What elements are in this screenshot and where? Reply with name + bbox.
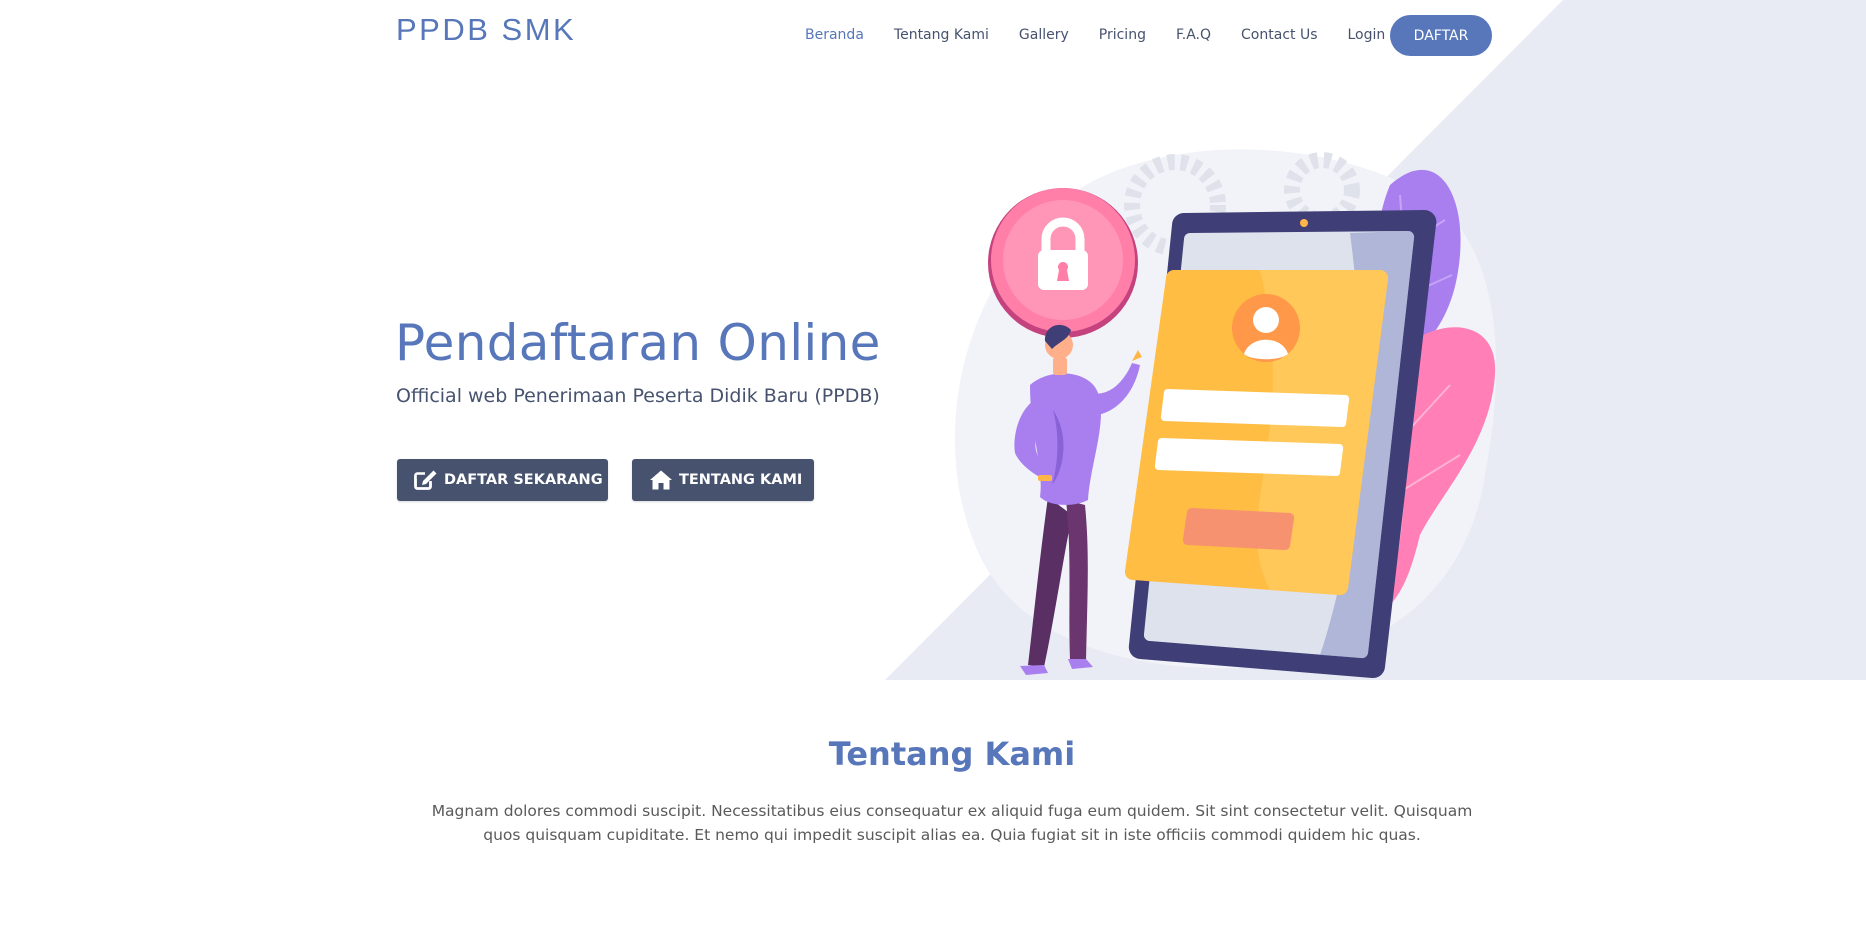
daftar-sekarang-label: DAFTAR SEKARANG [444, 472, 603, 488]
edit-icon [414, 469, 438, 491]
hero-subtitle: Official web Penerimaan Peserta Didik Ba… [396, 385, 880, 407]
hero-background-shape [885, 0, 1866, 680]
tentang-kami-button[interactable]: TENTANG KAMI [632, 459, 814, 501]
nav-faq[interactable]: F.A.Q [1176, 27, 1211, 43]
site-header: PPDB SMK Beranda Tentang Kami Gallery Pr… [0, 0, 1866, 70]
hero-title: Pendaftaran Online [395, 314, 881, 372]
nav-beranda[interactable]: Beranda [805, 27, 864, 43]
nav-gallery[interactable]: Gallery [1019, 27, 1069, 43]
home-icon [649, 469, 673, 491]
tentang-kami-label: TENTANG KAMI [679, 472, 803, 488]
about-section-title: Tentang Kami [828, 735, 1076, 773]
nav-contact-us[interactable]: Contact Us [1241, 27, 1317, 43]
main-nav: Beranda Tentang Kami Gallery Pricing F.A… [805, 0, 1415, 70]
nav-login[interactable]: Login [1348, 27, 1386, 43]
nav-tentang-kami[interactable]: Tentang Kami [894, 27, 989, 43]
daftar-sekarang-button[interactable]: DAFTAR SEKARANG [397, 459, 608, 501]
site-logo[interactable]: PPDB SMK [396, 12, 576, 48]
about-section-text: Magnam dolores commodi suscipit. Necessi… [431, 802, 1473, 844]
daftar-nav-button[interactable]: DAFTAR [1390, 15, 1492, 56]
hero-illustration [954, 149, 1497, 679]
nav-pricing[interactable]: Pricing [1099, 27, 1146, 43]
